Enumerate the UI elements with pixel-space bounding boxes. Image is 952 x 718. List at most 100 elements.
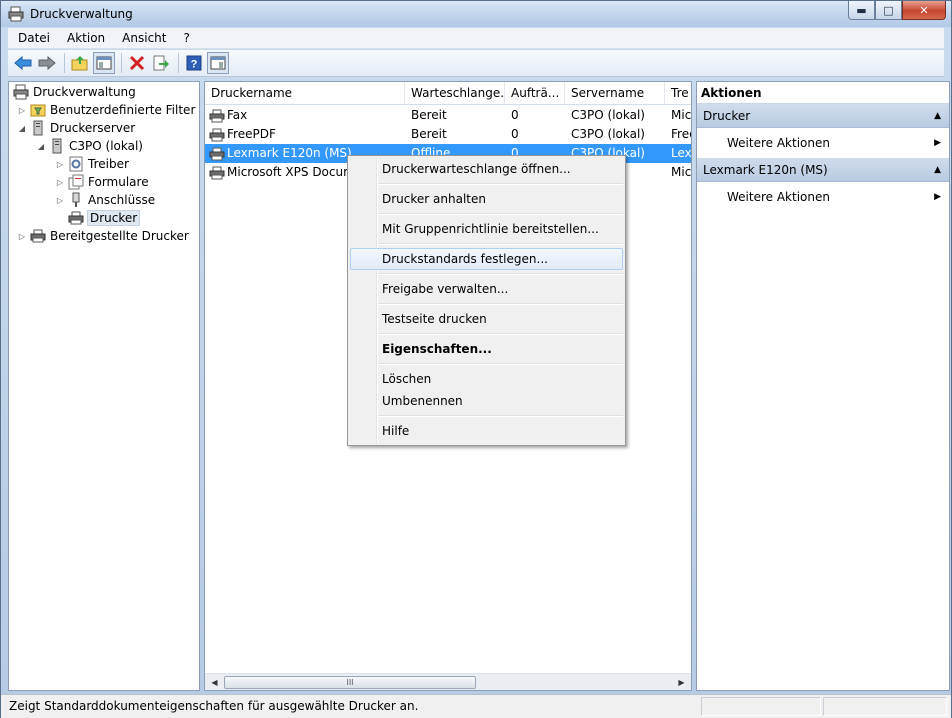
collapse-caret-icon[interactable]: ▲ [934, 158, 941, 182]
scroll-thumb-grip: III [346, 678, 354, 687]
column-header-auftraege[interactable]: Aufträ... [505, 82, 565, 105]
context-menu: Druckerwarteschlange öffnen... Drucker a… [347, 155, 626, 446]
collapse-arrow-icon[interactable]: ◢ [17, 124, 27, 133]
queue-status: Bereit [411, 108, 447, 122]
tree-item-drucker[interactable]: Drucker [68, 209, 141, 227]
action-label: Weitere Aktionen [727, 136, 830, 150]
collapse-caret-icon[interactable]: ▲ [934, 104, 941, 128]
scroll-left-button[interactable]: ◀ [206, 674, 223, 691]
column-header-warteschlange[interactable]: Warteschlange... [405, 82, 505, 105]
help-button[interactable]: ? [183, 52, 205, 74]
column-header-druckername[interactable]: Druckername [205, 82, 405, 105]
arrow-left-icon: ◀ [211, 678, 218, 687]
actions-title: Aktionen [697, 82, 949, 104]
action-weitere-aktionen[interactable]: Weitere Aktionen ▶ [697, 182, 949, 212]
show-hide-action-pane-button[interactable] [207, 52, 229, 74]
up-level-button[interactable] [69, 52, 91, 74]
submenu-arrow-icon: ▶ [934, 192, 941, 202]
ctx-druckerwarteschlange-oeffnen[interactable]: Druckerwarteschlange öffnen... [350, 158, 623, 180]
tree-item-bereitgestellte-drucker[interactable]: ▷ Bereitgestellte Drucker [17, 227, 189, 245]
back-button[interactable] [12, 52, 34, 74]
action-weitere-aktionen[interactable]: Weitere Aktionen ▶ [697, 128, 949, 158]
tree-item-treiber[interactable]: ▷ Treiber [55, 155, 129, 173]
table-row[interactable]: FreePDF Bereit 0 C3PO (lokal) Free [205, 125, 691, 144]
console-tree: Druckverwaltung ▷ Benutzerdefinierte Fil… [8, 81, 200, 691]
minimize-button[interactable]: ▬ [848, 1, 875, 20]
ctx-umbenennen[interactable]: Umbenennen [350, 390, 623, 412]
tree-item-label: Druckerserver [50, 121, 136, 135]
printer-name: FreePDF [227, 127, 276, 141]
server-name: C3PO (lokal) [571, 108, 645, 122]
server-name: C3PO (lokal) [571, 127, 645, 141]
actions-group-lexmark[interactable]: Lexmark E120n (MS) ▲ [697, 158, 949, 182]
menu-aktion[interactable]: Aktion [60, 31, 112, 45]
menu-datei[interactable]: Datei [11, 31, 57, 45]
expand-arrow-icon[interactable]: ▷ [55, 196, 65, 205]
submenu-arrow-icon: ▶ [934, 138, 941, 148]
expand-arrow-icon[interactable]: ▷ [17, 232, 27, 241]
export-list-button[interactable] [150, 52, 172, 74]
actions-group-drucker[interactable]: Drucker ▲ [697, 104, 949, 128]
expand-arrow-icon[interactable]: ▷ [55, 160, 65, 169]
menu-ansicht[interactable]: Ansicht [115, 31, 173, 45]
horizontal-scrollbar[interactable]: ◀ III ▶ [205, 673, 691, 690]
printer-name: Lexmark E120n (MS) [227, 146, 352, 160]
title-bar[interactable]: Druckverwaltung ▬ □ ✕ [1, 1, 951, 27]
menu-help[interactable]: ? [176, 31, 196, 45]
ctx-hilfe[interactable]: Hilfe [350, 420, 623, 442]
printer-name: Microsoft XPS Docume [227, 165, 363, 179]
menu-separator [378, 333, 623, 335]
ctx-druckstandards-festlegen[interactable]: Druckstandards festlegen... [350, 248, 623, 270]
folder-up-icon [71, 56, 88, 71]
action-pane-icon [210, 56, 226, 70]
close-button[interactable]: ✕ [902, 1, 946, 20]
status-cell [701, 697, 821, 716]
ctx-eigenschaften[interactable]: Eigenschaften... [350, 338, 623, 360]
column-header-servername[interactable]: Servername [565, 82, 665, 105]
menu-bar: Datei Aktion Ansicht ? [8, 28, 944, 49]
menu-separator [378, 273, 623, 275]
tree-item-label: Bereitgestellte Drucker [50, 229, 189, 243]
column-headers: Druckername Warteschlange... Aufträ... S… [205, 82, 691, 105]
minimize-icon: ▬ [856, 3, 867, 17]
ctx-testseite-drucken[interactable]: Testseite drucken [350, 308, 623, 330]
close-icon: ✕ [919, 3, 929, 17]
forward-button[interactable] [36, 52, 58, 74]
back-arrow-icon [14, 56, 32, 70]
table-row[interactable]: Fax Bereit 0 C3PO (lokal) Mic [205, 106, 691, 125]
tree-item-druckverwaltung[interactable]: Druckverwaltung [13, 83, 136, 101]
ctx-drucker-anhalten[interactable]: Drucker anhalten [350, 188, 623, 210]
window-controls: ▬ □ ✕ [848, 1, 946, 20]
printer-name: Fax [227, 108, 248, 122]
expand-arrow-icon[interactable]: ▷ [55, 178, 65, 187]
toolbar-separator [178, 53, 179, 73]
collapse-arrow-icon[interactable]: ◢ [36, 142, 46, 151]
toolbar-separator [64, 53, 65, 73]
maximize-button[interactable]: □ [875, 1, 902, 20]
ctx-mit-gruppenrichtlinie[interactable]: Mit Gruppenrichtlinie bereitstellen... [350, 218, 623, 240]
show-hide-tree-button[interactable] [93, 52, 115, 74]
delete-x-icon [129, 55, 145, 71]
scroll-right-button[interactable]: ▶ [673, 674, 690, 691]
filter-folder-icon [30, 102, 46, 118]
scrollbar-thumb[interactable]: III [224, 676, 476, 689]
driver-name: Mic [671, 108, 691, 122]
tree-item-druckerserver[interactable]: ◢ Druckerserver [17, 119, 135, 137]
forward-arrow-icon [38, 56, 56, 70]
tree-item-label: Drucker [86, 210, 141, 226]
tree-item-anschluesse[interactable]: ▷ Anschlüsse [55, 191, 155, 209]
ctx-freigabe-verwalten[interactable]: Freigabe verwalten... [350, 278, 623, 300]
menu-separator [378, 243, 623, 245]
printer-icon [30, 228, 46, 244]
tree-item-c3po-lokal[interactable]: ◢ C3PO (lokal) [36, 137, 143, 155]
tree-item-benutzerdefinierte-filter[interactable]: ▷ Benutzerdefinierte Filter [17, 101, 195, 119]
ctx-loeschen[interactable]: Löschen [350, 368, 623, 390]
printer-icon [209, 128, 225, 142]
driver-icon [68, 156, 84, 172]
tree-item-formulare[interactable]: ▷ Formulare [55, 173, 149, 191]
tree-item-label: Anschlüsse [88, 193, 156, 207]
delete-button[interactable] [126, 52, 148, 74]
actions-group-label: Lexmark E120n (MS) [703, 163, 828, 177]
column-header-treiber[interactable]: Tre [665, 82, 691, 105]
expand-arrow-icon[interactable]: ▷ [17, 106, 27, 115]
